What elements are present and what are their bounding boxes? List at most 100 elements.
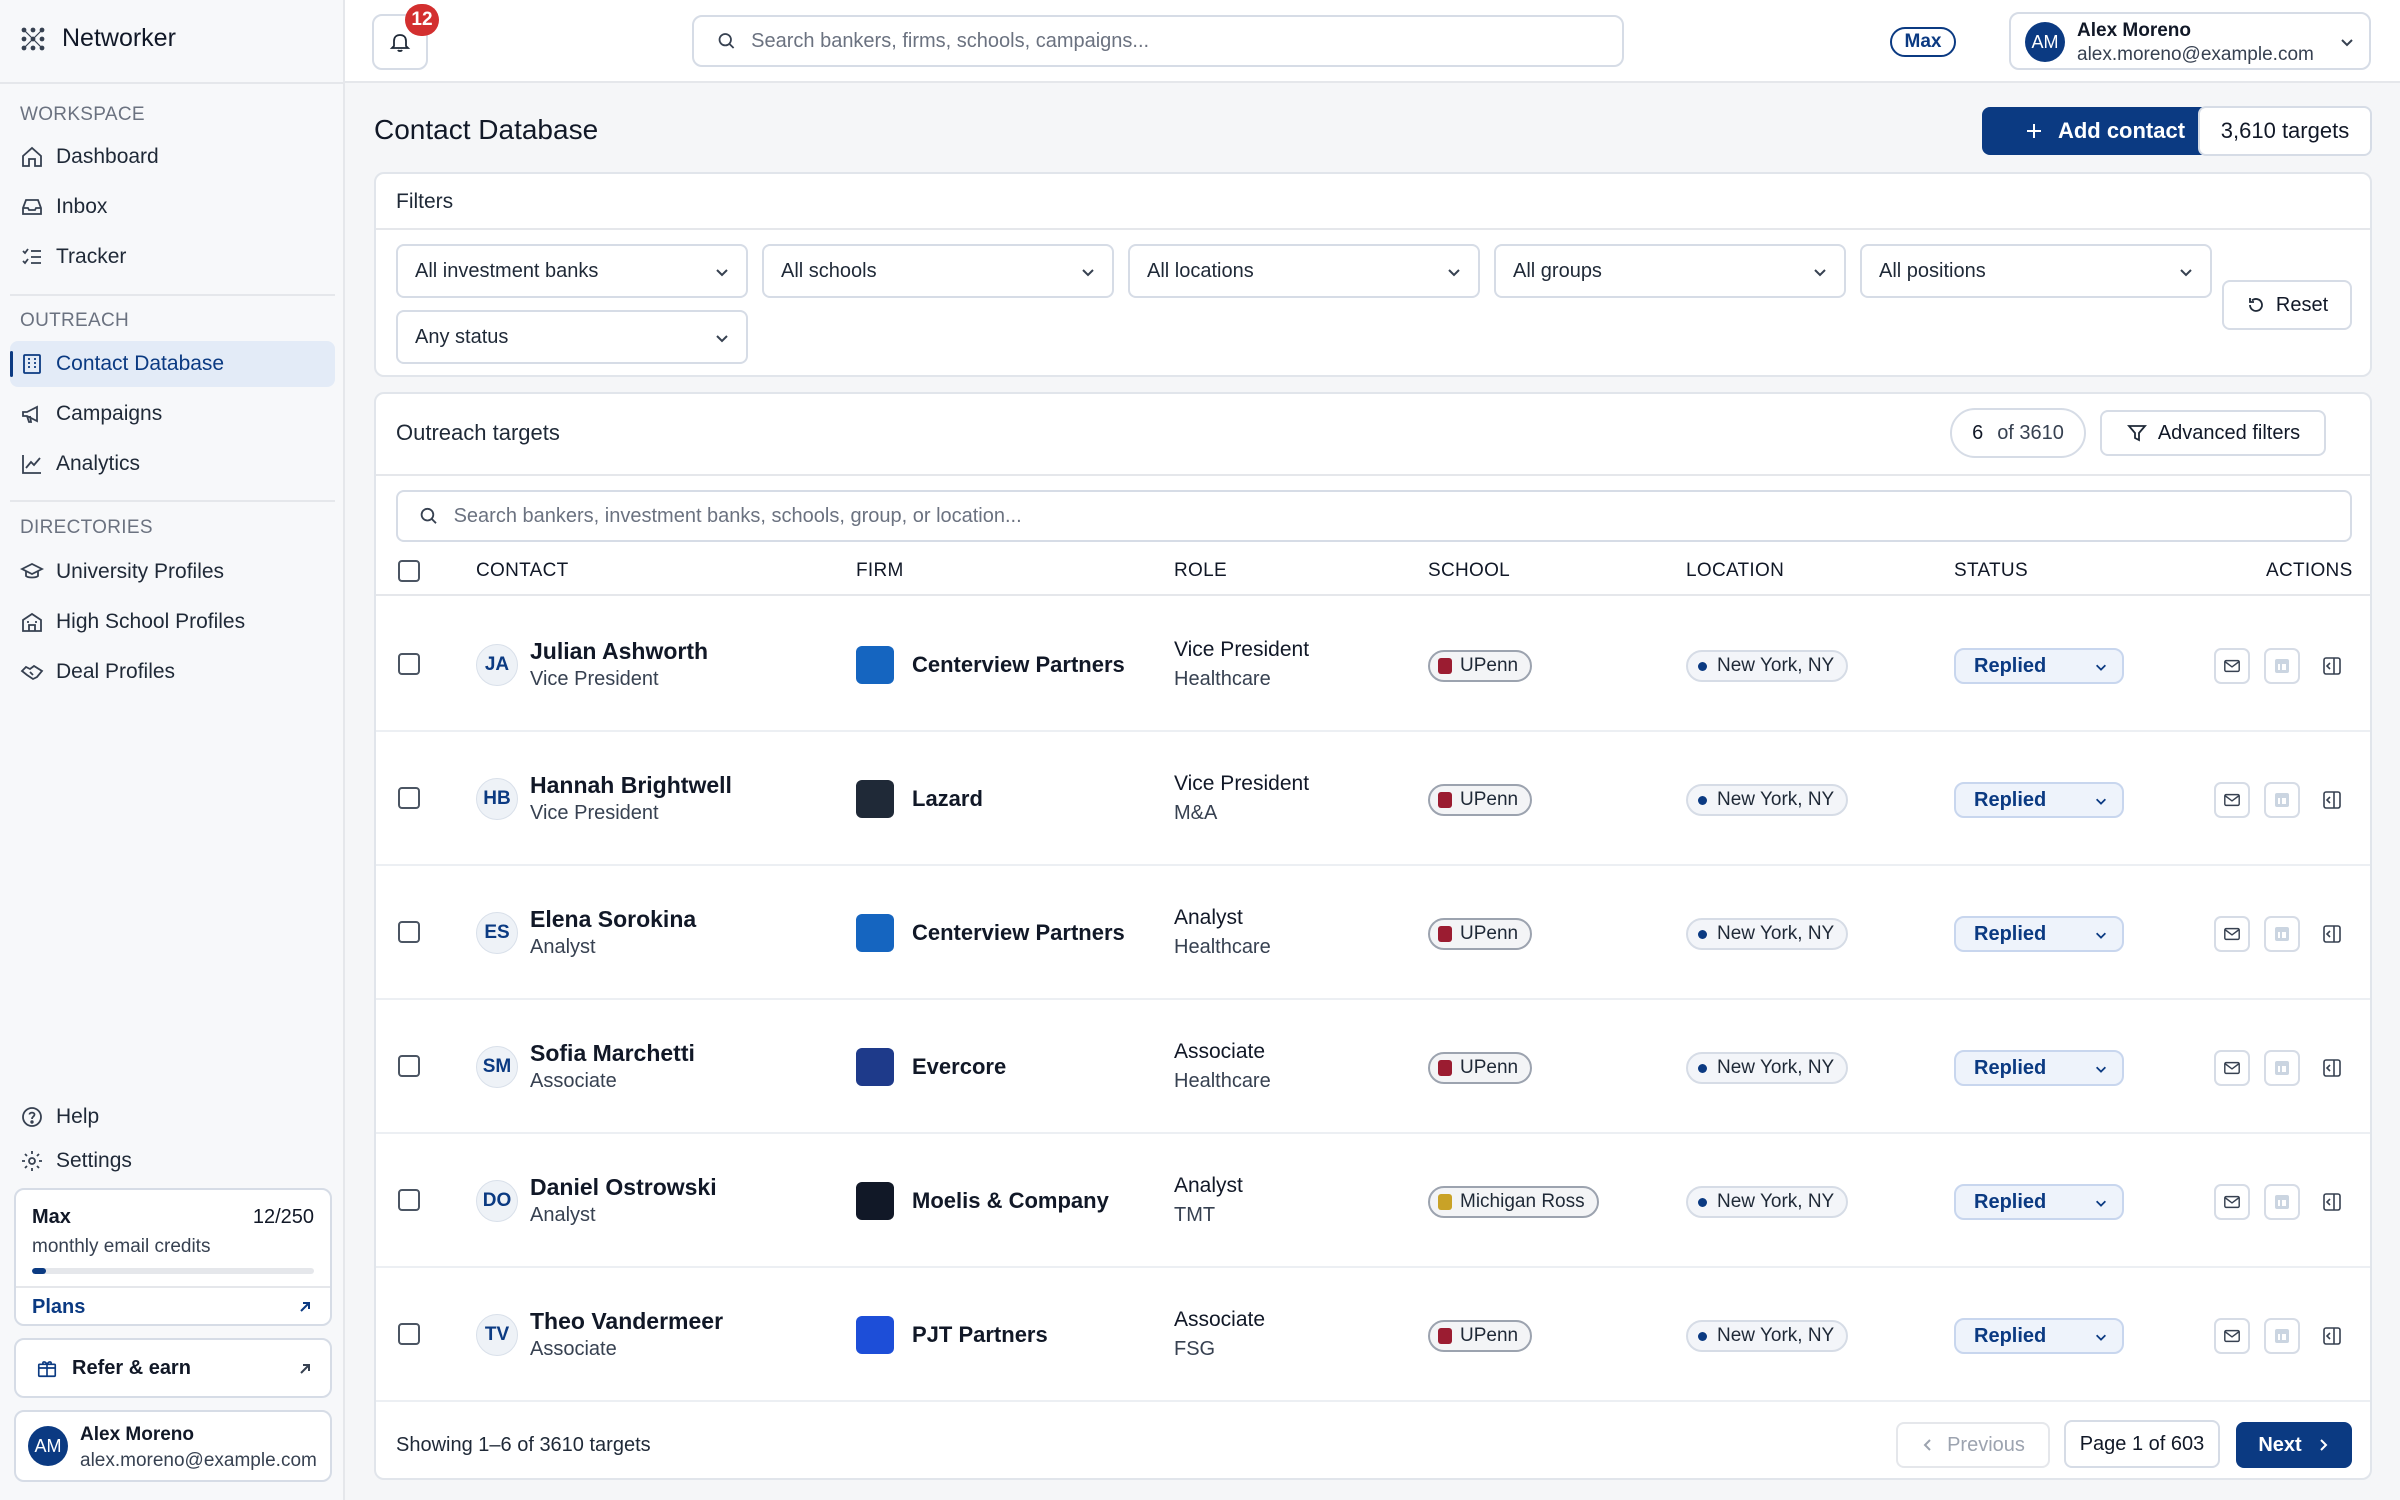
column-role[interactable]: ROLE bbox=[1174, 560, 1227, 582]
arrow-up-right-icon bbox=[300, 1302, 310, 1312]
firm-logo-icon bbox=[856, 780, 894, 818]
linkedin-icon bbox=[2275, 1061, 2289, 1075]
nav-item-deal-profiles[interactable]: Deal Profiles bbox=[10, 649, 335, 695]
list-check-icon bbox=[22, 248, 41, 265]
column-location[interactable]: LOCATION bbox=[1686, 560, 1784, 582]
nav-item-high-school-profiles[interactable]: High School Profiles bbox=[10, 599, 335, 645]
brand[interactable]: Networker bbox=[20, 24, 176, 53]
table-row[interactable]: DO Daniel Ostrowski Analyst Moelis & Compan… bbox=[376, 1134, 2370, 1268]
status-dropdown[interactable]: Replied bbox=[1954, 1318, 2124, 1354]
plan-badge[interactable]: Max bbox=[1890, 27, 1956, 57]
megaphone-icon bbox=[22, 405, 38, 423]
mail-icon bbox=[2224, 1329, 2240, 1343]
nav-item-dashboard[interactable]: Dashboard bbox=[10, 134, 335, 180]
firm-name[interactable]: PJT Partners bbox=[912, 1322, 1048, 1348]
user-menu[interactable]: AM Alex Moreno alex.moreno@example.com bbox=[2009, 12, 2371, 70]
email-action-button[interactable] bbox=[2214, 1184, 2250, 1220]
add-contact-button[interactable]: Add contact bbox=[1982, 107, 2227, 155]
open-panel-action-button[interactable] bbox=[2314, 916, 2350, 952]
select-value: All schools bbox=[781, 259, 877, 282]
sidebar-user-card[interactable]: AM Alex Moreno alex.moreno@example.com bbox=[14, 1410, 332, 1482]
contact-name[interactable]: Elena Sorokina bbox=[530, 906, 696, 933]
filter-investment-banks[interactable]: All investment banks bbox=[396, 244, 748, 298]
filter-positions[interactable]: All positions bbox=[1860, 244, 2212, 298]
previous-page-button[interactable]: Previous bbox=[1896, 1422, 2050, 1468]
avatar: AM bbox=[2025, 22, 2065, 62]
next-page-button[interactable]: Next bbox=[2236, 1422, 2352, 1468]
email-action-button[interactable] bbox=[2214, 782, 2250, 818]
linkedin-action-button[interactable] bbox=[2264, 1318, 2300, 1354]
linkedin-action-button[interactable] bbox=[2264, 782, 2300, 818]
nav-item-help[interactable]: Help bbox=[10, 1094, 335, 1140]
open-panel-action-button[interactable] bbox=[2314, 1184, 2350, 1220]
row-checkbox[interactable] bbox=[398, 1323, 420, 1345]
table-row[interactable]: TV Theo Vandermeer Associate PJT Partners As… bbox=[376, 1268, 2370, 1402]
filter-groups[interactable]: All groups bbox=[1494, 244, 1846, 298]
status-dropdown[interactable]: Replied bbox=[1954, 782, 2124, 818]
contact-name[interactable]: Hannah Brightwell bbox=[530, 772, 732, 799]
linkedin-action-button[interactable] bbox=[2264, 916, 2300, 952]
row-checkbox[interactable] bbox=[398, 1055, 420, 1077]
firm-name[interactable]: Moelis & Company bbox=[912, 1188, 1109, 1214]
advanced-filters-button[interactable]: Advanced filters bbox=[2100, 410, 2326, 456]
contact-name[interactable]: Sofia Marchetti bbox=[530, 1040, 695, 1067]
row-checkbox[interactable] bbox=[398, 653, 420, 675]
nav-item-tracker[interactable]: Tracker bbox=[10, 234, 335, 280]
linkedin-action-button[interactable] bbox=[2264, 648, 2300, 684]
column-contact[interactable]: CONTACT bbox=[476, 560, 569, 582]
chevron-right-icon bbox=[2319, 1439, 2328, 1451]
contact-name[interactable]: Julian Ashworth bbox=[530, 638, 708, 665]
nav-item-contact-database[interactable]: Contact Database bbox=[10, 341, 335, 387]
table-row[interactable]: ES Elena Sorokina Analyst Centerview Partne… bbox=[376, 866, 2370, 1000]
nav-item-university-profiles[interactable]: University Profiles bbox=[10, 549, 335, 595]
filters-title: Filters bbox=[396, 190, 454, 213]
column-school[interactable]: SCHOOL bbox=[1428, 560, 1510, 582]
global-search-input[interactable] bbox=[751, 29, 1622, 53]
table-row[interactable]: SM Sofia Marchetti Associate Evercore Associ… bbox=[376, 1000, 2370, 1134]
nav-item-label: Help bbox=[56, 1105, 100, 1128]
firm-name[interactable]: Evercore bbox=[912, 1054, 1006, 1080]
row-checkbox[interactable] bbox=[398, 787, 420, 809]
email-action-button[interactable] bbox=[2214, 916, 2250, 952]
linkedin-action-button[interactable] bbox=[2264, 1184, 2300, 1220]
contact-name[interactable]: Daniel Ostrowski bbox=[530, 1174, 717, 1201]
firm-name[interactable]: Lazard bbox=[912, 786, 983, 812]
plans-link[interactable]: Plans bbox=[32, 1296, 85, 1319]
open-panel-action-button[interactable] bbox=[2314, 1318, 2350, 1354]
table-search[interactable] bbox=[396, 490, 2352, 542]
open-panel-action-button[interactable] bbox=[2314, 782, 2350, 818]
filter-status[interactable]: Any status bbox=[396, 310, 748, 364]
status-dropdown[interactable]: Replied bbox=[1954, 916, 2124, 952]
status-dropdown[interactable]: Replied bbox=[1954, 1184, 2124, 1220]
email-action-button[interactable] bbox=[2214, 1050, 2250, 1086]
filter-locations[interactable]: All locations bbox=[1128, 244, 1480, 298]
table-row[interactable]: HB Hannah Brightwell Vice President Lazard V… bbox=[376, 732, 2370, 866]
status-dropdown[interactable]: Replied bbox=[1954, 1050, 2124, 1086]
table-search-input[interactable] bbox=[453, 504, 2350, 528]
email-action-button[interactable] bbox=[2214, 1318, 2250, 1354]
open-panel-action-button[interactable] bbox=[2314, 648, 2350, 684]
gear-icon bbox=[22, 1151, 42, 1171]
nav-item-settings[interactable]: Settings bbox=[10, 1138, 335, 1184]
column-status[interactable]: STATUS bbox=[1954, 560, 2028, 582]
row-checkbox[interactable] bbox=[398, 921, 420, 943]
linkedin-action-button[interactable] bbox=[2264, 1050, 2300, 1086]
row-checkbox[interactable] bbox=[398, 1189, 420, 1211]
contact-name[interactable]: Theo Vandermeer bbox=[530, 1308, 723, 1335]
email-action-button[interactable] bbox=[2214, 648, 2250, 684]
status-dropdown[interactable]: Replied bbox=[1954, 648, 2124, 684]
firm-name[interactable]: Centerview Partners bbox=[912, 920, 1125, 946]
table-row[interactable]: JA Julian Ashworth Vice President Centervie… bbox=[376, 598, 2370, 732]
filter-schools[interactable]: All schools bbox=[762, 244, 1114, 298]
targets-count-button[interactable]: 3,610 targets bbox=[2198, 106, 2372, 156]
column-firm[interactable]: FIRM bbox=[856, 560, 904, 582]
firm-name[interactable]: Centerview Partners bbox=[912, 652, 1125, 678]
global-search[interactable] bbox=[692, 15, 1624, 67]
nav-item-inbox[interactable]: Inbox bbox=[10, 184, 335, 230]
select-all-checkbox[interactable] bbox=[398, 560, 420, 582]
nav-item-analytics[interactable]: Analytics bbox=[10, 441, 335, 487]
open-panel-action-button[interactable] bbox=[2314, 1050, 2350, 1086]
refer-earn-button[interactable]: Refer & earn bbox=[14, 1338, 332, 1398]
reset-filters-button[interactable]: Reset bbox=[2222, 280, 2352, 330]
nav-item-campaigns[interactable]: Campaigns bbox=[10, 391, 335, 437]
